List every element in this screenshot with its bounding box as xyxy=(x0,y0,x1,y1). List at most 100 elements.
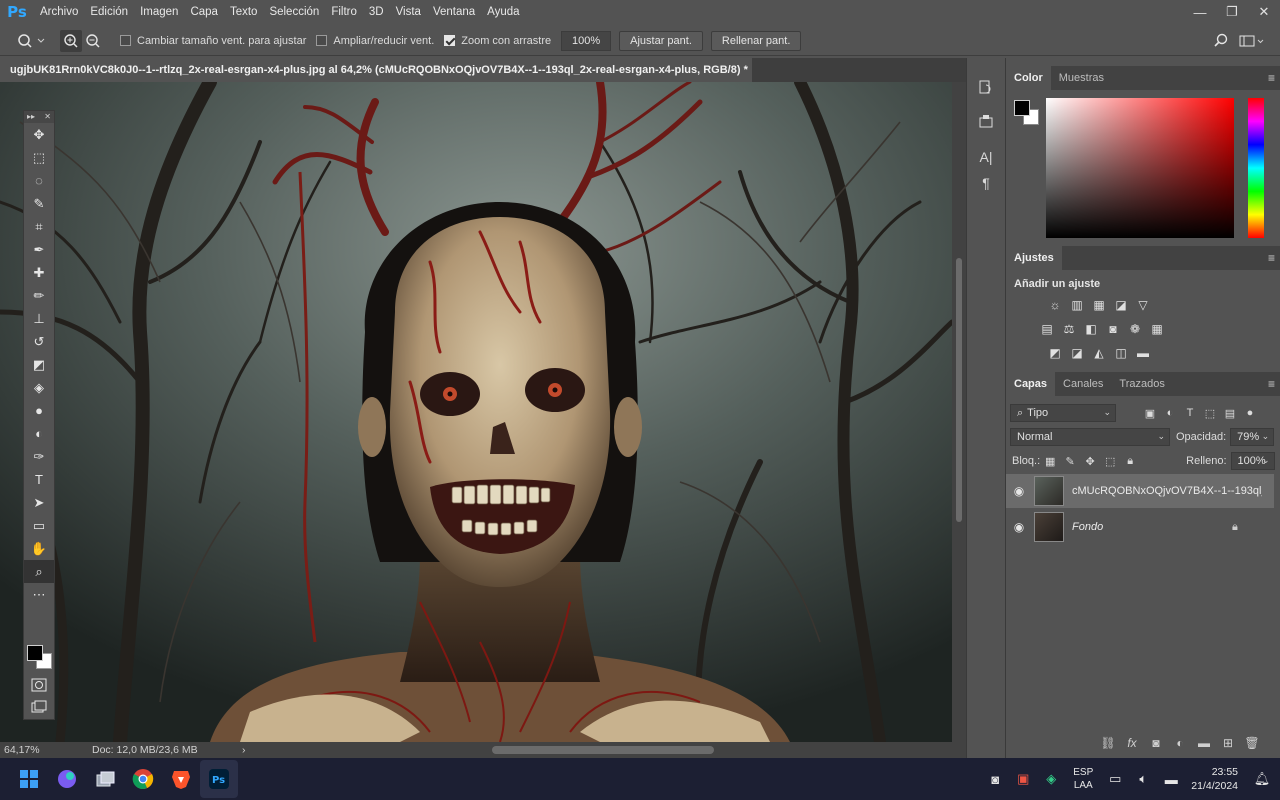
eraser-tool[interactable]: ◩ xyxy=(24,353,54,376)
color-balance-icon[interactable]: ⚖ xyxy=(1058,320,1080,338)
chrome-button[interactable] xyxy=(124,760,162,798)
gradient-map-icon[interactable]: ▬ xyxy=(1132,344,1154,362)
new-adjustment-icon[interactable]: ◐ xyxy=(1168,736,1192,750)
blend-mode-select[interactable]: Normal ⌄ xyxy=(1010,428,1170,446)
foreground-color-swatch[interactable] xyxy=(27,645,43,661)
exposure-icon[interactable]: ◪ xyxy=(1110,296,1132,314)
marquee-tool[interactable]: ⬚ xyxy=(24,146,54,169)
canvas[interactable] xyxy=(0,82,952,742)
tool-preset-picker[interactable] xyxy=(14,30,48,52)
menu-filtro[interactable]: Filtro xyxy=(325,0,363,24)
new-group-icon[interactable]: ▬ xyxy=(1192,736,1216,750)
zoom-tool[interactable]: ⌕ xyxy=(24,560,54,583)
tab-muestras[interactable]: Muestras xyxy=(1051,66,1112,90)
scrubby-zoom-checkbox[interactable] xyxy=(444,35,456,46)
threshold-icon[interactable]: ◭ xyxy=(1088,344,1110,362)
menu-capa[interactable]: Capa xyxy=(184,0,224,24)
smart-object-filter-icon[interactable]: ▤ xyxy=(1220,404,1240,422)
fill-screen-button[interactable]: Rellenar pant. xyxy=(710,30,802,51)
clock[interactable]: 23:55 21/4/2024 xyxy=(1191,765,1238,793)
channel-mixer-icon[interactable]: ❁ xyxy=(1124,320,1146,338)
pen-tool[interactable]: ✑ xyxy=(24,445,54,468)
app-tray-icon[interactable]: ▣ xyxy=(1009,771,1037,787)
workspace-switcher[interactable] xyxy=(1238,30,1266,52)
tab-ajustes[interactable]: Ajustes xyxy=(1006,246,1062,270)
discord-icon[interactable]: ◙ xyxy=(981,772,1009,787)
brightness-icon[interactable]: ☼ xyxy=(1044,296,1066,314)
quick-mask-button[interactable] xyxy=(24,673,54,696)
move-tool[interactable]: ✥ xyxy=(24,123,54,146)
lock-all-icon[interactable]: 🔒︎ xyxy=(1120,452,1140,470)
task-view-button[interactable] xyxy=(86,760,124,798)
crop-tool[interactable]: ⌗ xyxy=(24,215,54,238)
add-mask-icon[interactable]: ◙ xyxy=(1144,736,1168,750)
start-button[interactable] xyxy=(10,760,48,798)
tab-canales[interactable]: Canales xyxy=(1055,372,1111,396)
filter-toggle-icon[interactable]: ● xyxy=(1240,404,1260,422)
menu-edicion[interactable]: Edición xyxy=(84,0,134,24)
security-icon[interactable]: ◈ xyxy=(1037,771,1065,787)
battery-icon[interactable]: ▬ xyxy=(1157,772,1185,787)
menu-archivo[interactable]: Archivo xyxy=(34,0,84,24)
character-panel-button[interactable]: A| xyxy=(967,144,1005,170)
color-picker-field[interactable] xyxy=(1046,98,1234,238)
brave-button[interactable] xyxy=(162,760,200,798)
black-white-icon[interactable]: ◧ xyxy=(1080,320,1102,338)
type-filter-icon[interactable]: T xyxy=(1180,404,1200,422)
adjustment-filter-icon[interactable]: ◐ xyxy=(1160,404,1180,422)
paragraph-panel-button[interactable]: ¶ xyxy=(967,170,1005,196)
layer-row[interactable]: ◉ cMUcRQOBNxOQjvOV7B4X--1--193ql_... xyxy=(1006,474,1274,508)
dodge-tool[interactable]: ◐ xyxy=(24,422,54,445)
history-panel-button[interactable] xyxy=(967,74,1005,100)
lock-position-icon[interactable]: ✥ xyxy=(1080,452,1100,470)
fill-field[interactable]: 100% ⌄ xyxy=(1230,452,1275,470)
notifications-icon[interactable]: 🔔︎ xyxy=(1248,771,1276,787)
more-tools[interactable]: ⋯ xyxy=(24,583,54,606)
search-button[interactable] xyxy=(1210,30,1232,52)
language-indicator[interactable]: ESP LAA xyxy=(1073,766,1093,792)
path-select-tool[interactable]: ➤ xyxy=(24,491,54,514)
network-icon[interactable]: ▭ xyxy=(1101,771,1129,787)
panel-menu-icon[interactable]: ≡ xyxy=(1268,71,1275,85)
close-panel-icon[interactable]: ✕ xyxy=(44,111,51,123)
minimize-button[interactable]: — xyxy=(1184,0,1216,24)
zoom-100-button[interactable]: 100% xyxy=(561,30,612,51)
fx-icon[interactable]: fx xyxy=(1120,736,1144,750)
invert-icon[interactable]: ◩ xyxy=(1044,344,1066,362)
brush-tool[interactable]: ✏ xyxy=(24,284,54,307)
menu-ventana[interactable]: Ventana xyxy=(427,0,481,24)
posterize-icon[interactable]: ◪ xyxy=(1066,344,1088,362)
hand-tool[interactable]: ✋ xyxy=(24,537,54,560)
layer-row[interactable]: ◉ Fondo 🔒︎ xyxy=(1006,510,1274,544)
lock-artboard-icon[interactable]: ⬚ xyxy=(1100,452,1120,470)
scrubby-zoom-option[interactable]: Zoom con arrastre xyxy=(444,35,551,47)
zoom-all-windows-checkbox[interactable] xyxy=(316,35,328,46)
quick-select-tool[interactable]: ✎ xyxy=(24,192,54,215)
zoom-out-button[interactable] xyxy=(82,30,104,52)
history-brush-tool[interactable]: ↺ xyxy=(24,330,54,353)
hue-saturation-icon[interactable]: ▤ xyxy=(1036,320,1058,338)
properties-panel-button[interactable] xyxy=(967,108,1005,134)
blur-tool[interactable]: ● xyxy=(24,399,54,422)
lock-transparency-icon[interactable]: ▦ xyxy=(1040,452,1060,470)
rectangle-tool[interactable]: ▭ xyxy=(24,514,54,537)
tab-capas[interactable]: Capas xyxy=(1006,372,1056,396)
selective-color-icon[interactable]: ◫ xyxy=(1110,344,1132,362)
fit-screen-button[interactable]: Ajustar pant. xyxy=(619,30,703,51)
vertical-scroll-thumb[interactable] xyxy=(956,258,962,522)
hue-slider[interactable] xyxy=(1248,98,1264,238)
zoom-level[interactable]: 64,17% xyxy=(4,744,74,756)
menu-vista[interactable]: Vista xyxy=(390,0,427,24)
link-layers-icon[interactable]: ⛓ xyxy=(1096,736,1120,750)
color-lookup-icon[interactable]: ▦ xyxy=(1146,320,1168,338)
tab-trazados[interactable]: Trazados xyxy=(1111,372,1172,396)
curves-icon[interactable]: ▦ xyxy=(1088,296,1110,314)
menu-texto[interactable]: Texto xyxy=(224,0,264,24)
tools-panel-header[interactable]: ▸▸ ✕ xyxy=(24,111,54,123)
photoshop-taskbar-button[interactable]: Ps xyxy=(200,760,238,798)
eye-icon[interactable]: ◉ xyxy=(1006,484,1032,498)
lasso-tool[interactable]: ◌ xyxy=(24,169,54,192)
menu-seleccion[interactable]: Selección xyxy=(263,0,325,24)
close-button[interactable]: ✕ xyxy=(1248,0,1280,24)
horizontal-scroll-thumb[interactable] xyxy=(492,746,714,754)
